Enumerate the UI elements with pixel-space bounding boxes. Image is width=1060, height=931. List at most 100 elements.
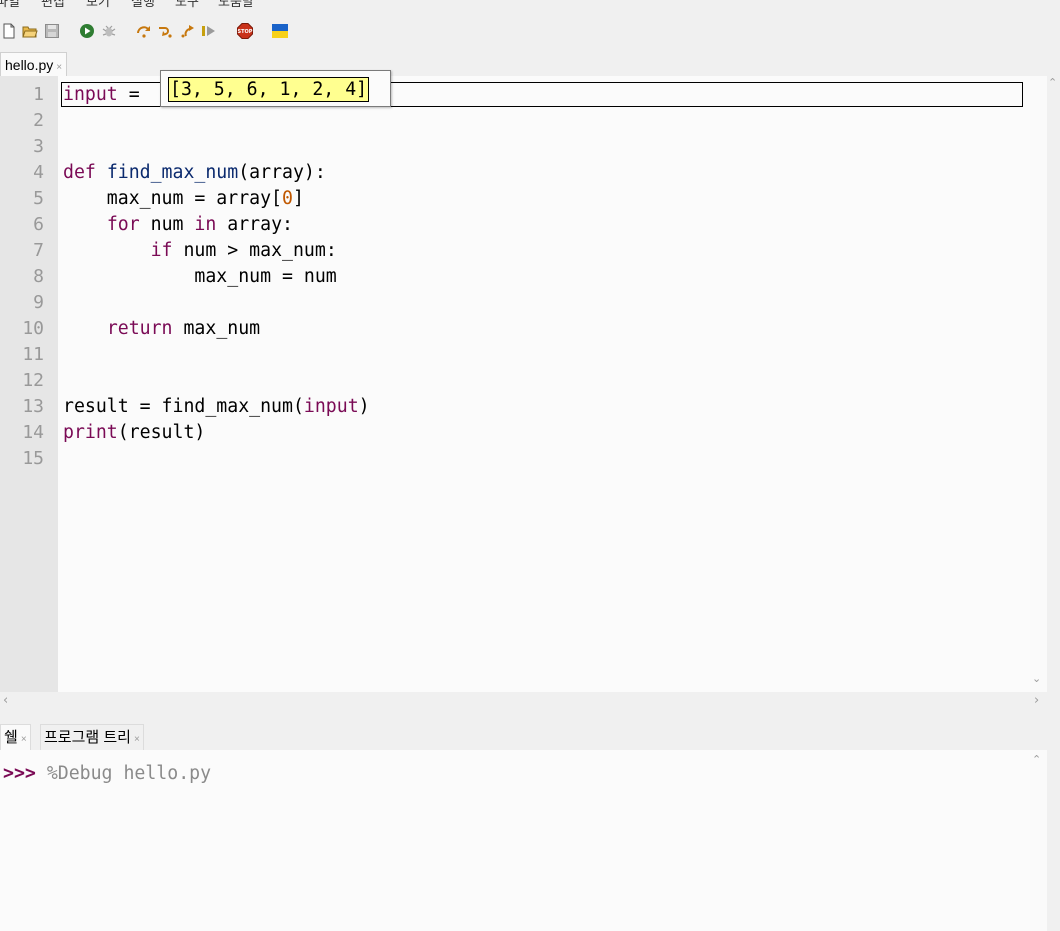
- code-token: max_num: [172, 318, 261, 339]
- resume-icon[interactable]: [201, 23, 217, 39]
- tab-program-tree-close-icon[interactable]: ×: [134, 734, 140, 745]
- code-token: (array):: [238, 162, 326, 183]
- debug-value: [3, 5, 6, 1, 2, 4]: [168, 77, 370, 102]
- open-folder-icon[interactable]: [22, 23, 38, 39]
- line-number: 6: [33, 214, 44, 235]
- line-number: 3: [33, 136, 44, 157]
- debug-value-popup: [3, 5, 6, 1, 2, 4]: [160, 70, 391, 107]
- code-token: result = find_max_num(: [63, 396, 304, 417]
- ukraine-flag-icon[interactable]: [272, 23, 288, 39]
- code-token: input: [63, 84, 118, 105]
- scroll-down-icon[interactable]: ⌄: [1032, 672, 1041, 685]
- code-token: 0: [282, 188, 293, 209]
- debug-bug-icon[interactable]: [101, 23, 117, 39]
- code-line: for num in array:: [63, 212, 370, 238]
- code-token: (result): [117, 422, 206, 443]
- code-line: print(result): [63, 420, 370, 446]
- code-token: if: [150, 240, 173, 261]
- menu-help[interactable]: 도움말: [218, 0, 254, 10]
- tab-shell-label: 쉘: [4, 729, 18, 746]
- right-edge-strip: ⌃: [1047, 76, 1060, 931]
- line-number: 13: [22, 396, 44, 417]
- code-token: in: [194, 214, 217, 235]
- code-token: for: [106, 214, 140, 235]
- code-token: ): [358, 396, 370, 417]
- step-over-icon[interactable]: [136, 23, 152, 39]
- code-token: input: [303, 396, 359, 417]
- code-token: num > max_num:: [172, 240, 337, 261]
- new-file-icon[interactable]: [1, 23, 17, 39]
- code-line: def find_max_num(array):: [63, 160, 370, 186]
- code-line: max_num = num: [63, 264, 370, 290]
- menu-file[interactable]: 파일: [0, 0, 20, 10]
- code-line: if num > max_num:: [63, 238, 370, 264]
- tab-hello-py[interactable]: hello.py ×: [0, 52, 68, 76]
- editor-vertical-scrollbar[interactable]: ⌄: [1030, 76, 1047, 692]
- code-token: num: [139, 214, 195, 235]
- line-number: 12: [22, 370, 44, 391]
- menu-edit[interactable]: 편집: [41, 0, 65, 10]
- code-editor[interactable]: 1 2 3 4 5 6 7 8 9 10 11 12 13 14 15 input = def find_m…: [0, 70, 1047, 692]
- shell-vertical-scrollbar[interactable]: ⌃: [1030, 750, 1047, 931]
- code-token: find_max_num: [106, 162, 239, 183]
- line-number: 10: [22, 318, 44, 339]
- save-icon[interactable]: [44, 23, 60, 39]
- code-text[interactable]: input = def find_max_num(array): max_num…: [63, 82, 370, 472]
- line-number: 1: [33, 84, 44, 105]
- shell-command: %Debug hello.py: [46, 763, 212, 784]
- shell-prompt-line[interactable]: >>> %Debug hello.py: [3, 761, 211, 787]
- code-token: array:: [216, 214, 293, 235]
- stop-icon-label: STOP: [238, 29, 253, 35]
- line-number: 8: [33, 266, 44, 287]
- shell-scroll-up-icon[interactable]: ⌃: [1032, 753, 1041, 766]
- shell-panel[interactable]: >>> %Debug hello.py ⌃: [0, 750, 1047, 931]
- code-token: print: [63, 422, 118, 443]
- code-token: ]: [292, 188, 304, 209]
- editor-horizontal-scrollbar[interactable]: ‹ ›: [0, 692, 1047, 710]
- tab-program-tree[interactable]: 프로그램 트리 ×: [40, 724, 144, 750]
- code-line: return max_num: [63, 316, 370, 342]
- menu-view[interactable]: 보기: [86, 0, 110, 10]
- code-token: =: [117, 84, 151, 105]
- toolbar: STOP: [0, 12, 1060, 50]
- code-token: max_num = num: [63, 266, 337, 287]
- line-number: 2: [33, 110, 44, 131]
- scroll-left-icon[interactable]: ‹: [3, 693, 8, 708]
- code-line: result = find_max_num(input): [63, 394, 370, 420]
- shell-prompt: >>>: [3, 763, 36, 784]
- tab-close-icon[interactable]: ×: [56, 62, 62, 73]
- stop-icon[interactable]: STOP: [237, 23, 253, 39]
- menu-bar: 파일 편집 보기 실행 도구 도움말: [0, 0, 1060, 12]
- run-icon[interactable]: [79, 23, 95, 39]
- editor-tab-bar: hello.py ×: [0, 50, 1060, 76]
- line-number: 15: [22, 448, 44, 469]
- tab-shell-close-icon[interactable]: ×: [21, 734, 27, 745]
- scroll-up-icon[interactable]: ⌃: [1048, 76, 1057, 89]
- scroll-right-icon[interactable]: ›: [1034, 693, 1039, 708]
- line-number: 9: [33, 292, 44, 313]
- code-token: def: [63, 162, 96, 183]
- line-number: 4: [33, 162, 44, 183]
- menu-run[interactable]: 실행: [131, 0, 155, 10]
- menu-tools[interactable]: 도구: [175, 0, 199, 10]
- step-into-icon[interactable]: [157, 23, 173, 39]
- step-out-icon[interactable]: [180, 23, 196, 39]
- line-number-gutter: 1 2 3 4 5 6 7 8 9 10 11 12 13 14 15: [0, 76, 58, 692]
- line-number: 5: [33, 188, 44, 209]
- code-token: max_num = array[: [63, 188, 282, 209]
- line-number: 11: [22, 344, 44, 365]
- line-number: 7: [33, 240, 44, 261]
- line-number: 14: [22, 422, 44, 443]
- tab-label: hello.py: [5, 57, 54, 73]
- tab-shell[interactable]: 쉘 ×: [0, 724, 31, 750]
